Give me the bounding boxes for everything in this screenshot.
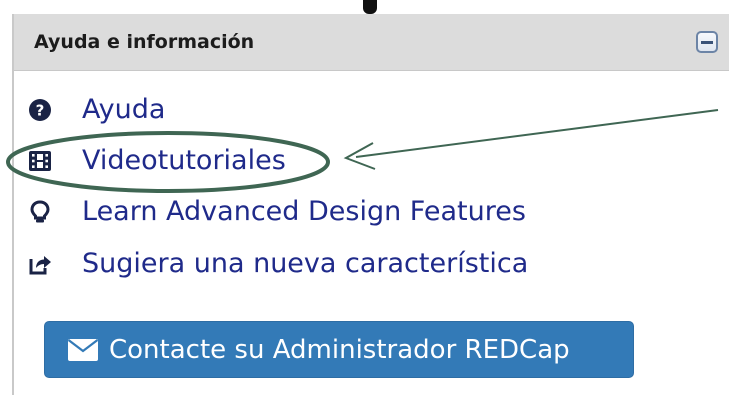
envelope-icon <box>67 338 99 362</box>
contact-admin-button[interactable]: Contacte su Administrador REDCap <box>44 321 634 378</box>
advanced-design-features-link-label: Learn Advanced Design Features <box>82 196 526 227</box>
panel-title: Ayuda e información <box>34 31 255 53</box>
contact-admin-button-label: Contacte su Administrador REDCap <box>109 335 570 365</box>
film-icon <box>28 149 52 173</box>
question-circle-icon: ? <box>28 98 52 122</box>
svg-text:?: ? <box>36 102 45 120</box>
video-tutorials-link-label: Videotutoriales <box>82 145 286 176</box>
panel-header: Ayuda e información <box>14 14 729 71</box>
lightbulb-icon <box>28 200 52 224</box>
screenshot-stage: Ayuda e información ? Ayuda Videotutoria… <box>0 0 729 395</box>
help-link-label: Ayuda <box>82 94 166 125</box>
cropped-heading-fragment <box>363 0 377 14</box>
share-square-icon <box>28 252 52 276</box>
suggest-feature-link-label: Sugiera una nueva característica <box>82 248 529 279</box>
collapse-button[interactable] <box>696 31 718 53</box>
minus-icon <box>701 41 713 44</box>
